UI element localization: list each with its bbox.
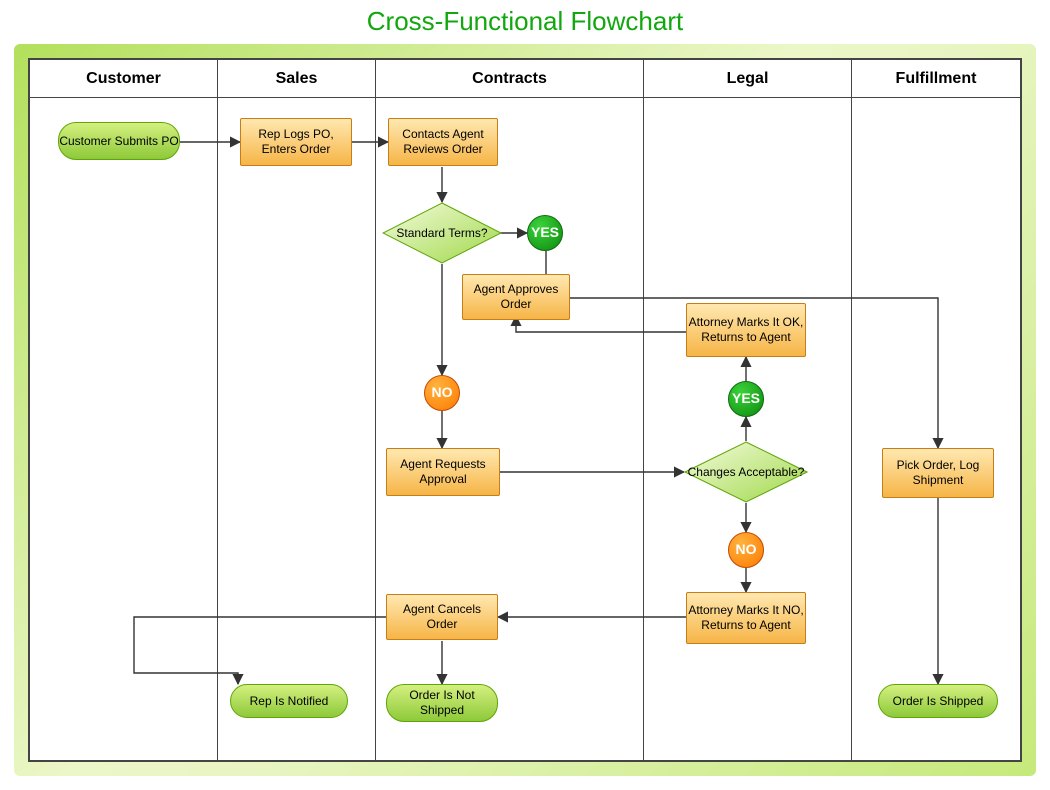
process-pick-order: Pick Order, Log Shipment [882,448,994,498]
terminator-shipped: Order Is Shipped [878,684,998,718]
decision-standard-terms: Standard Terms? [382,202,502,264]
terminator-customer-submits: Customer Submits PO [58,122,180,160]
connector-yes-1: YES [527,215,563,251]
arrows-layer [30,60,1020,760]
decision-changes-label: Changes Acceptable? [684,441,808,503]
connector-no-2: NO [728,532,764,568]
frame: Customer Sales Contracts Legal Fulfillme… [14,44,1036,776]
process-agent-approves: Agent Approves Order [462,274,570,320]
decision-standard-terms-label: Standard Terms? [382,202,502,264]
swimlane-panel: Customer Sales Contracts Legal Fulfillme… [28,58,1022,762]
process-rep-logs: Rep Logs PO, Enters Order [240,118,352,166]
decision-changes-acceptable: Changes Acceptable? [684,441,808,503]
process-attorney-ok: Attorney Marks It OK, Returns to Agent [686,303,806,357]
process-agent-cancels: Agent Cancels Order [386,594,498,640]
terminator-not-shipped: Order Is Not Shipped [386,684,498,722]
process-attorney-no: Attorney Marks It NO, Returns to Agent [686,592,806,644]
process-reviews-order: Contacts Agent Reviews Order [388,118,498,166]
connector-no-1: NO [424,375,460,411]
terminator-rep-notified: Rep Is Notified [230,684,348,718]
chart-title: Cross-Functional Flowchart [0,6,1050,37]
connector-yes-2: YES [728,381,764,417]
process-agent-requests: Agent Requests Approval [386,448,500,496]
